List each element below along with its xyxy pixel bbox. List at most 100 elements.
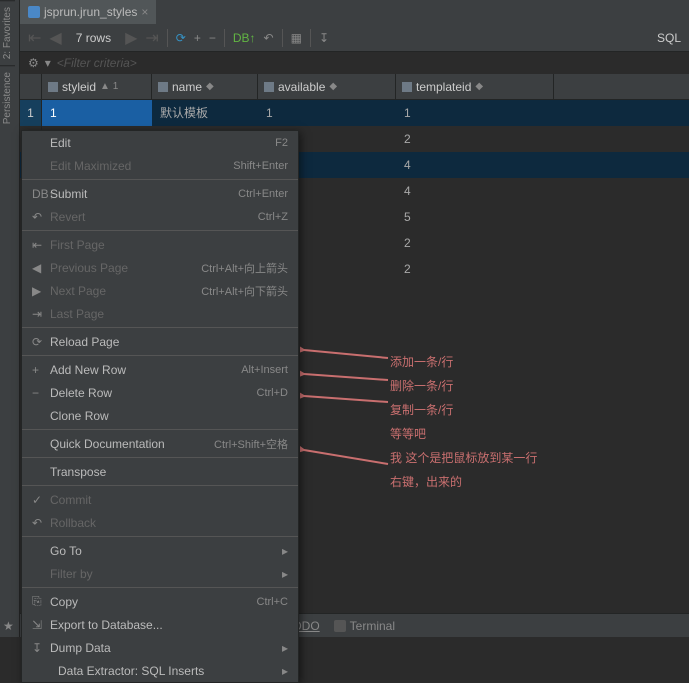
dump-icon[interactable]: ↧ [319, 31, 329, 45]
chevron-down-icon[interactable]: ▾ [45, 56, 51, 70]
column-icon [48, 82, 58, 92]
filter-input[interactable]: <Filter criteria> [57, 56, 137, 70]
last-page-icon[interactable]: ⇥ [145, 28, 158, 48]
annotation-line: 我 这个是把鼠标放到某一行 [390, 446, 537, 470]
cell[interactable]: 4 [396, 152, 554, 178]
cell[interactable]: 1 [396, 100, 554, 126]
menu-icon: ✓ [32, 493, 50, 507]
chevron-right-icon: ▸ [282, 544, 288, 558]
add-row-icon[interactable]: + [194, 31, 201, 45]
cell[interactable]: 4 [396, 178, 554, 204]
view-icon[interactable]: ▦ [291, 31, 302, 45]
arrow-annotation [300, 392, 390, 406]
menu-icon: ⎘ [32, 594, 50, 609]
cell[interactable]: 默认模板 [152, 100, 258, 126]
first-page-icon[interactable]: ⇤ [28, 28, 41, 48]
revert-icon[interactable]: ↶ [264, 31, 274, 45]
annotation-line: 添加一条/行 [390, 350, 537, 374]
menu-separator [22, 230, 298, 231]
sidebar-left: 2: Favorites Persistence ★ [0, 0, 20, 637]
menu-shortcut: Ctrl+Shift+空格 [214, 436, 288, 452]
menu-item-clone-row[interactable]: Clone Row [22, 404, 298, 427]
tab-title: jsprun.jrun_styles [44, 5, 137, 19]
col-styleid[interactable]: styleid▲ 1 [42, 74, 152, 99]
terminal-icon [334, 620, 346, 632]
tab-bar: jsprun.jrun_styles × [20, 0, 689, 24]
cell[interactable]: 2 [396, 256, 554, 282]
col-templateid[interactable]: templateid◆ [396, 74, 554, 99]
table-header: styleid▲ 1 name◆ available◆ templateid◆ [20, 74, 689, 100]
menu-item-transpose[interactable]: Transpose [22, 460, 298, 483]
star-icon: ★ [3, 619, 14, 633]
submit-icon[interactable]: DB↑ [233, 31, 256, 45]
context-menu: EditF2Edit MaximizedShift+EnterDB↑Submit… [21, 130, 299, 683]
menu-item-filter-by: Filter by▸ [22, 562, 298, 585]
prev-page-icon[interactable]: ◀ [49, 28, 61, 48]
menu-icon: ⇲ [32, 618, 50, 632]
table-row[interactable]: 11默认模板11 [20, 100, 689, 126]
menu-label: Filter by [50, 567, 282, 581]
menu-separator [22, 327, 298, 328]
menu-separator [22, 179, 298, 180]
menu-icon: + [32, 363, 50, 377]
menu-item-go-to[interactable]: Go To▸ [22, 539, 298, 562]
menu-shortcut: Ctrl+C [257, 596, 288, 608]
menu-separator [22, 355, 298, 356]
close-icon[interactable]: × [141, 5, 148, 19]
menu-shortcut: Ctrl+Z [258, 211, 288, 223]
menu-label: Data Extractor: SQL Inserts [50, 664, 282, 678]
menu-item-copy[interactable]: ⎘CopyCtrl+C [22, 590, 298, 613]
menu-item-submit[interactable]: DB↑SubmitCtrl+Enter [22, 182, 298, 205]
cell[interactable]: 1 [258, 100, 396, 126]
menu-item-previous-page: ◀Previous PageCtrl+Alt+向上箭头 [22, 256, 298, 279]
gear-icon[interactable]: ⚙ [28, 56, 39, 70]
menu-icon: ↶ [32, 210, 50, 224]
menu-label: Clone Row [50, 409, 288, 423]
editor-tab[interactable]: jsprun.jrun_styles × [20, 0, 156, 24]
filter-bar: ⚙ ▾ <Filter criteria> [20, 52, 689, 74]
menu-shortcut: Shift+Enter [233, 160, 288, 172]
menu-label: Last Page [50, 307, 288, 321]
arrow-annotation [300, 440, 390, 476]
toolbar: ⇤ ◀ 7 rows ▶ ⇥ ⟳ + − DB↑ ↶ ▦ ↧ SQL [20, 24, 689, 52]
menu-item-export-to-database-[interactable]: ⇲Export to Database... [22, 613, 298, 636]
menu-shortcut: Ctrl+D [257, 387, 288, 399]
chevron-right-icon: ▸ [282, 567, 288, 581]
status-terminal[interactable]: Terminal [334, 619, 395, 633]
annotation-line: 右键，出来的 [390, 470, 537, 494]
sidebar-tab-persistence[interactable]: Persistence [0, 65, 15, 130]
next-page-icon[interactable]: ▶ [125, 28, 137, 48]
menu-label: Rollback [50, 516, 288, 530]
cell[interactable]: 2 [396, 230, 554, 256]
menu-item-reload-page[interactable]: ⟳Reload Page [22, 330, 298, 353]
reload-icon[interactable]: ⟳ [176, 31, 186, 45]
menu-label: Edit [50, 136, 275, 150]
menu-label: Reload Page [50, 335, 288, 349]
col-available[interactable]: available◆ [258, 74, 396, 99]
menu-label: Revert [50, 210, 258, 224]
sql-label[interactable]: SQL [657, 31, 681, 45]
sidebar-tab-favorites[interactable]: 2: Favorites [0, 0, 15, 65]
menu-shortcut: F2 [275, 137, 288, 149]
menu-shortcut: Alt+Insert [241, 364, 288, 376]
menu-item-add-new-row[interactable]: +Add New RowAlt+Insert [22, 358, 298, 381]
delete-row-icon[interactable]: − [209, 31, 216, 45]
menu-label: Dump Data [50, 641, 282, 655]
cell[interactable]: 2 [396, 126, 554, 152]
menu-label: First Page [50, 238, 288, 252]
menu-item-edit[interactable]: EditF2 [22, 131, 298, 154]
cell[interactable]: 5 [396, 204, 554, 230]
menu-item-data-extractor-sql-inserts[interactable]: Data Extractor: SQL Inserts▸ [22, 659, 298, 682]
menu-item-delete-row[interactable]: −Delete RowCtrl+D [22, 381, 298, 404]
menu-item-next-page: ▶Next PageCtrl+Alt+向下箭头 [22, 279, 298, 302]
table-icon [28, 6, 40, 18]
menu-shortcut: Ctrl+Enter [238, 188, 288, 200]
menu-icon: ⟳ [32, 335, 50, 349]
row-number: 1 [20, 100, 42, 126]
arrow-annotation [300, 346, 390, 362]
menu-item-quick-documentation[interactable]: Quick DocumentationCtrl+Shift+空格 [22, 432, 298, 455]
rownum-header[interactable] [20, 74, 42, 99]
menu-item-dump-data[interactable]: ↧Dump Data▸ [22, 636, 298, 659]
cell[interactable]: 1 [42, 100, 152, 126]
col-name[interactable]: name◆ [152, 74, 258, 99]
